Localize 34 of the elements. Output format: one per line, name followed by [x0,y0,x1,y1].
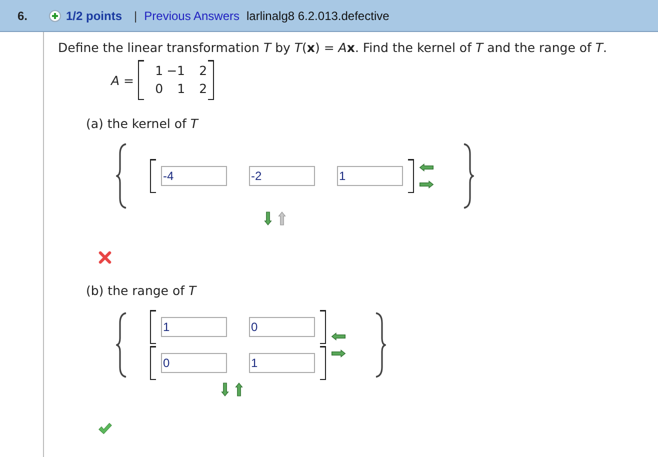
question-text: Define the linear transformation T by T(x) = Ax. Find the kernel of T and the range of T. [58,40,608,55]
separator: | [134,8,138,22]
input-field[interactable]: 1 [161,317,227,337]
matrix-entry: 2 [198,62,208,80]
input-field[interactable]: 0 [161,353,227,373]
matrix-entry: −1 [166,62,186,80]
down-arrow-icon[interactable] [221,382,229,397]
matrix-entry: 1 [176,80,186,98]
left-arrow-icon[interactable] [419,163,434,172]
part-label: (b) the range of T [86,283,198,298]
matrix-label: A = [111,72,134,88]
previous-answers-link[interactable]: Previous Answers [144,8,240,22]
input-field[interactable]: -2 [249,166,315,186]
question-number: 6. [16,8,28,22]
right-arrow-icon[interactable] [331,349,346,358]
input-field[interactable]: 1 [337,166,403,186]
right-arrow-icon[interactable] [419,180,434,189]
plus-icon [49,10,61,22]
down-arrow-icon[interactable] [264,211,272,226]
left-arrow-icon[interactable] [331,332,346,341]
matrix-entry: 2 [198,80,208,98]
up-arrow-icon[interactable] [235,382,243,397]
input-field[interactable]: -4 [161,166,227,186]
points-label: 1/2 points [66,8,122,22]
part-label: (a) the kernel of T [86,116,200,131]
source-label: larlinalg8 6.2.013.defective [246,8,390,22]
right-brace [462,143,474,209]
left-brace [116,143,128,209]
input-field[interactable]: 1 [249,353,315,373]
matrix-entry: 0 [154,80,164,98]
right-brace [374,312,386,378]
matrix-entry: 1 [154,62,164,80]
input-field[interactable]: 0 [249,317,315,337]
left-brace [116,312,128,378]
